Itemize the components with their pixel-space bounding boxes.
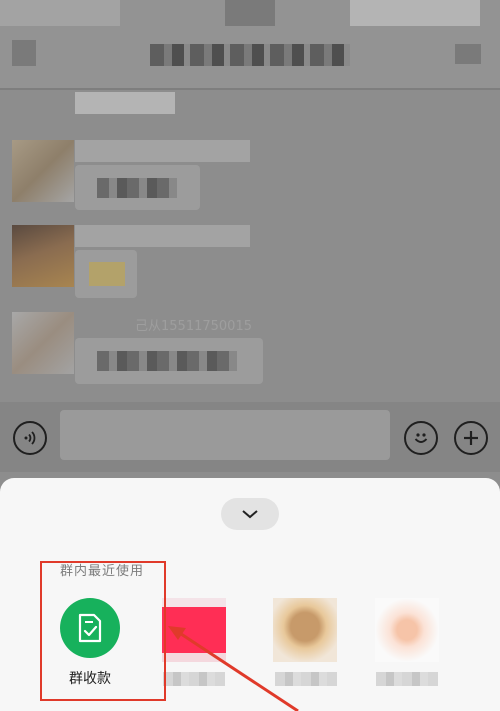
plus-icon[interactable] bbox=[454, 421, 488, 455]
chat-title bbox=[150, 44, 350, 66]
message-bubble[interactable] bbox=[75, 250, 137, 298]
chevron-down-icon bbox=[242, 510, 258, 519]
annotation-highlight-box bbox=[40, 561, 166, 701]
message-input[interactable] bbox=[60, 410, 390, 460]
timestamp-blur bbox=[75, 92, 175, 114]
sender-name: 己从15511750015 bbox=[135, 319, 252, 334]
status-bar-blur bbox=[350, 0, 480, 26]
recent-app-name-blur bbox=[275, 672, 337, 686]
avatar[interactable] bbox=[12, 312, 74, 374]
more-icon[interactable] bbox=[455, 44, 481, 64]
recent-app-avatar[interactable] bbox=[375, 598, 439, 662]
chat-header bbox=[0, 0, 500, 90]
recent-app-avatar[interactable] bbox=[162, 598, 226, 662]
voice-icon[interactable] bbox=[13, 421, 47, 455]
back-icon[interactable] bbox=[12, 40, 36, 66]
message-bubble[interactable] bbox=[75, 165, 200, 210]
sender-name-blur bbox=[75, 140, 250, 162]
status-bar-blur bbox=[0, 0, 120, 26]
recent-app-avatar[interactable] bbox=[273, 598, 337, 662]
recent-app-name-blur bbox=[163, 672, 225, 686]
sender-name-blur bbox=[75, 225, 250, 247]
message-bubble[interactable] bbox=[75, 338, 263, 384]
avatar[interactable] bbox=[12, 225, 74, 287]
header-divider bbox=[0, 88, 500, 90]
collapse-button[interactable] bbox=[221, 498, 279, 530]
recent-app-name-blur bbox=[376, 672, 438, 686]
avatar[interactable] bbox=[12, 140, 74, 202]
emoji-icon[interactable] bbox=[404, 421, 438, 455]
status-bar-blur bbox=[225, 0, 275, 26]
